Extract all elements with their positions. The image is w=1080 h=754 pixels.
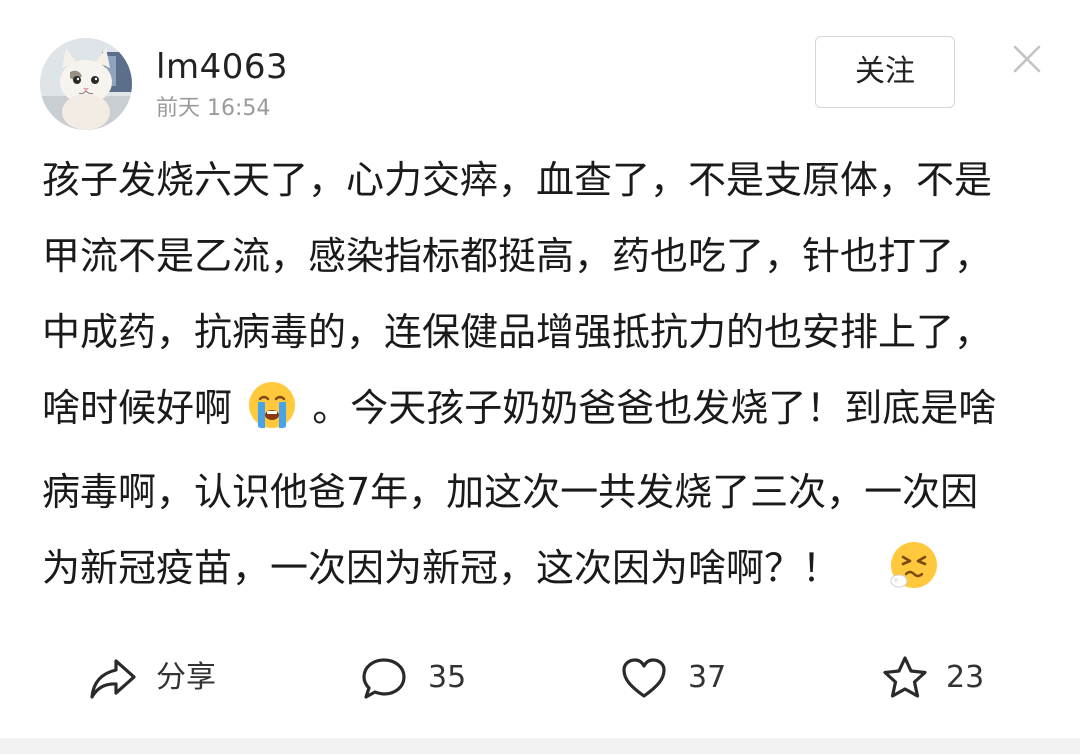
post-line: 为新冠疫苗，一次因为新冠，这次因为啥啊？！ bbox=[42, 538, 1052, 614]
post-line: 甲流不是乙流，感染指标都挺高，药也吃了，针也打了， bbox=[42, 234, 993, 278]
post-text-segment: 啥时候好啊 bbox=[42, 386, 233, 430]
post-line: 中成药，抗病毒的，连保健品增强抵抗力的也安排上了， bbox=[42, 310, 993, 354]
bottom-divider bbox=[0, 738, 1080, 754]
favorite-button[interactable]: 23 bbox=[880, 648, 984, 708]
share-button[interactable]: 分享 bbox=[88, 648, 216, 708]
share-label: 分享 bbox=[156, 660, 216, 695]
post-content: 孩子发烧六天了，心力交瘁，血查了，不是支原体，不是 甲流不是乙流，感染指标都挺高… bbox=[42, 150, 1052, 614]
post-line: 孩子发烧六天了，心力交瘁，血查了，不是支原体，不是 bbox=[42, 158, 993, 202]
star-icon bbox=[883, 656, 927, 698]
close-button[interactable] bbox=[1006, 38, 1048, 80]
favorite-count: 23 bbox=[946, 660, 985, 695]
comment-icon bbox=[362, 658, 406, 699]
like-button[interactable]: 37 bbox=[620, 648, 726, 708]
follow-button[interactable]: 关注 bbox=[815, 36, 955, 108]
like-count: 37 bbox=[688, 660, 727, 695]
post-timestamp: 前天 16:54 bbox=[156, 96, 271, 121]
share-icon bbox=[90, 659, 136, 699]
cat-avatar-icon bbox=[40, 38, 132, 130]
post-line: 病毒啊，认识他爸7年，加这次一共发烧了三次，一次因 bbox=[42, 470, 979, 514]
close-icon bbox=[1013, 45, 1041, 73]
comment-count: 35 bbox=[428, 660, 467, 695]
username[interactable]: lm4063 bbox=[156, 46, 288, 88]
post-text-segment: 为新冠疫苗，一次因为新冠，这次因为啥啊？！ bbox=[42, 546, 841, 590]
post-line: 啥时候好啊 。今天孩子奶奶爸爸也发烧了！到底是啥 bbox=[42, 378, 1052, 462]
heart-icon bbox=[622, 658, 666, 698]
sick-face-emoji-icon bbox=[890, 542, 938, 588]
crying-face-emoji-icon bbox=[249, 382, 296, 428]
post-text-segment: 。今天孩子奶奶爸爸也发烧了！到底是啥 bbox=[312, 386, 997, 430]
comment-button[interactable]: 35 bbox=[360, 648, 466, 708]
avatar[interactable] bbox=[40, 38, 132, 130]
action-bar: 分享 35 37 23 bbox=[0, 648, 1080, 708]
